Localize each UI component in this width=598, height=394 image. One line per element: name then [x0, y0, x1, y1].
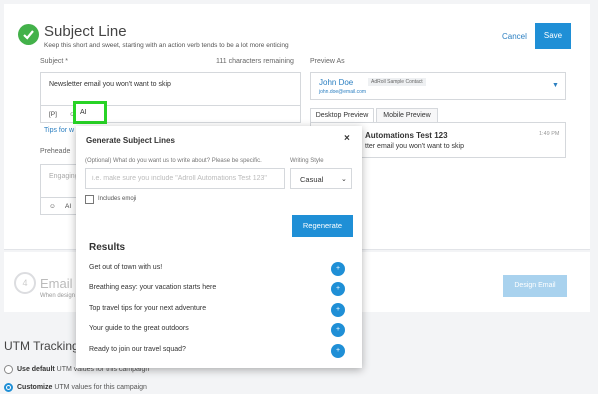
- preheader-placeholder: Engaging: [49, 173, 79, 180]
- preheader-label: Preheade: [40, 148, 71, 155]
- preview-as-label: Preview As: [310, 58, 345, 65]
- emoji-checkbox-label: Includes emoji: [98, 196, 137, 202]
- preview-contact-select[interactable]: John Doe AdRoll Sample Contact john.doe@…: [310, 72, 566, 100]
- add-result-button[interactable]: +: [331, 262, 345, 276]
- prompt-field[interactable]: [85, 168, 285, 189]
- inbox-sender: Automations Test 123: [365, 131, 448, 140]
- writing-style-value: Casual: [300, 175, 324, 184]
- utm-customize-radio[interactable]: [4, 383, 13, 392]
- emoji-icon[interactable]: ☺: [49, 203, 56, 210]
- check-circle-icon: [18, 24, 39, 45]
- result-text: Breathing easy: your vacation starts her…: [89, 284, 217, 291]
- save-button[interactable]: Save: [535, 23, 571, 49]
- results-title: Results: [89, 242, 126, 253]
- result-item: Get out of town with us! +: [89, 262, 349, 276]
- result-item: Your guide to the great outdoors +: [89, 323, 349, 337]
- personalization-button[interactable]: [P]: [49, 111, 57, 118]
- tab-desktop-preview[interactable]: Desktop Preview: [310, 108, 374, 123]
- modal-title: Generate Subject Lines: [86, 136, 175, 145]
- design-email-button[interactable]: Design Email: [503, 275, 567, 297]
- writing-style-label: Writing Style: [290, 158, 324, 164]
- utm-default-radio[interactable]: [4, 365, 13, 374]
- cancel-button[interactable]: Cancel: [502, 32, 527, 41]
- utm-customize-label: Customize UTM values for this campaign: [17, 384, 147, 391]
- contact-badge: AdRoll Sample Contact: [368, 78, 426, 86]
- contact-email: john.doe@email.com: [319, 89, 367, 95]
- prompt-label: (Optional) What do you want us to write …: [85, 158, 262, 164]
- contact-name: John Doe: [319, 78, 354, 87]
- chars-remaining: 111 characters remaining: [216, 58, 294, 65]
- regenerate-button[interactable]: Regenerate: [292, 215, 353, 237]
- tips-link[interactable]: Tips for w: [44, 127, 74, 134]
- result-text: Get out of town with us!: [89, 264, 163, 271]
- ai-button-label: AI: [80, 109, 87, 116]
- close-icon[interactable]: ×: [344, 133, 350, 144]
- tab-mobile-preview[interactable]: Mobile Preview: [376, 108, 438, 123]
- ai-button-highlighted[interactable]: AI: [73, 101, 107, 124]
- section-title: Subject Line: [44, 23, 127, 40]
- chevron-down-icon: ▼: [552, 82, 559, 89]
- generate-subject-lines-modal: Generate Subject Lines × (Optional) What…: [76, 126, 362, 368]
- result-item: Breathing easy: your vacation starts her…: [89, 282, 349, 296]
- step-subtitle: When design: [40, 293, 76, 299]
- utm-title: UTM Tracking: [4, 339, 79, 353]
- add-result-button[interactable]: +: [331, 344, 345, 358]
- step-number: 4: [14, 272, 36, 294]
- add-result-button[interactable]: +: [331, 323, 345, 337]
- chevron-down-icon: ⌄: [341, 176, 347, 183]
- add-result-button[interactable]: +: [331, 282, 345, 296]
- result-item: Ready to join our travel squad? +: [89, 344, 349, 358]
- result-text: Top travel tips for your next adventure: [89, 305, 207, 312]
- section-subtitle: Keep this short and sweet, starting with…: [44, 42, 289, 49]
- result-item: Top travel tips for your next adventure …: [89, 303, 349, 317]
- subject-input-value: Newsletter email you won't want to skip: [49, 81, 171, 88]
- ai-button[interactable]: AI: [65, 203, 71, 210]
- inbox-time: 1:49 PM: [539, 131, 560, 137]
- subject-label: Subject *: [40, 58, 69, 65]
- emoji-checkbox[interactable]: [85, 195, 94, 204]
- result-text: Your guide to the great outdoors: [89, 325, 189, 332]
- prompt-input[interactable]: [86, 169, 284, 188]
- add-result-button[interactable]: +: [331, 303, 345, 317]
- result-text: Ready to join our travel squad?: [89, 346, 186, 353]
- inbox-subject: tter email you won't want to skip: [365, 143, 464, 150]
- writing-style-select[interactable]: Casual ⌄: [290, 168, 352, 189]
